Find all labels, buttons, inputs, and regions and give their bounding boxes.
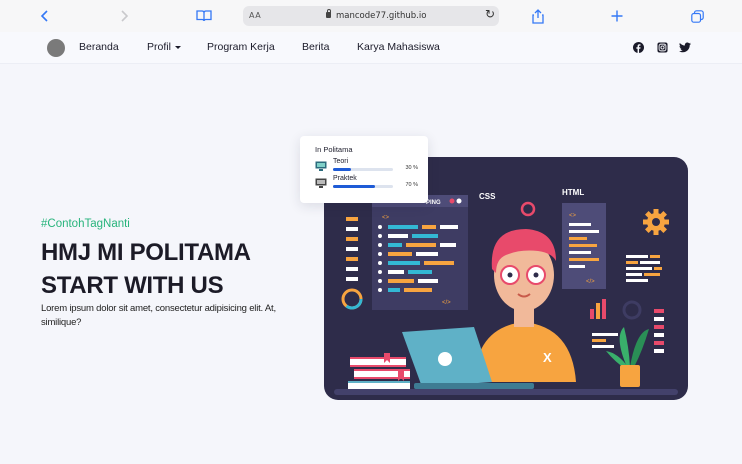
progress-item-teori: Teori 30 % [315,158,418,174]
lock-icon [326,9,331,18]
progress-fill [333,168,351,171]
bookmarks-icon[interactable] [194,6,214,26]
svg-text:<>: <> [569,213,577,219]
gear-icon [643,209,669,235]
nav-program-kerja[interactable]: Program Kerja [207,41,275,53]
progress-label: Teori [333,158,349,165]
twitter-icon[interactable] [679,41,691,53]
nav-profil[interactable]: Profil [147,41,181,53]
css-label: CSS [479,192,496,201]
instagram-icon[interactable] [656,41,668,53]
forward-icon[interactable] [114,6,134,26]
svg-text:</>: </> [586,279,595,285]
html-label: HTML [562,188,584,197]
x-logo-label: X [543,350,552,365]
nav-berita[interactable]: Berita [302,41,329,53]
tabs-overview-icon[interactable] [687,6,707,26]
back-icon[interactable] [35,6,55,26]
hero-title: HMJ MI POLITAMA START WITH US [41,239,250,299]
progress-label: Praktek [333,175,357,182]
progress-card-title: In Politama [315,145,353,154]
address-bar[interactable]: AA mancode77.github.io ↻ [243,6,499,26]
developer-person: X [474,229,576,382]
chevron-down-icon [174,45,181,49]
hero-description: Lorem ipsum dolor sit amet, consectetur … [41,303,276,328]
browser-toolbar: AA mancode77.github.io ↻ [0,0,742,32]
site-navbar: Beranda Profil Program Kerja Berita Kary… [0,32,742,64]
share-icon[interactable] [528,6,548,26]
progress-track [333,185,393,188]
nav-karya-mahasiswa[interactable]: Karya Mahasiswa [357,41,440,53]
books [348,353,410,391]
reader-aa-button[interactable]: AA [249,11,261,20]
site-logo[interactable] [47,39,65,57]
typing-label: PING [426,200,441,206]
hero-subtitle: #ContohTagNanti [41,218,130,230]
reload-icon[interactable]: ↻ [485,7,495,21]
progress-percent: 70 % [405,182,418,188]
nav-beranda[interactable]: Beranda [79,41,119,53]
svg-text:<>: <> [382,215,390,221]
nav-profil-label: Profil [147,41,171,53]
url-domain: mancode77.github.io [336,11,427,21]
progress-track [333,168,393,171]
code-sidebar-decoration [341,217,363,310]
progress-item-praktek: Praktek 70 % [315,175,418,191]
svg-text:</>: </> [442,300,451,306]
facebook-icon[interactable] [632,41,644,53]
new-tab-icon[interactable] [607,6,627,26]
monitor-icon [315,161,327,171]
progress-card: In Politama Teori 30 % Praktek 70 % [300,136,428,203]
computer-icon [315,178,327,188]
progress-percent: 30 % [405,165,418,171]
progress-fill [333,185,375,188]
